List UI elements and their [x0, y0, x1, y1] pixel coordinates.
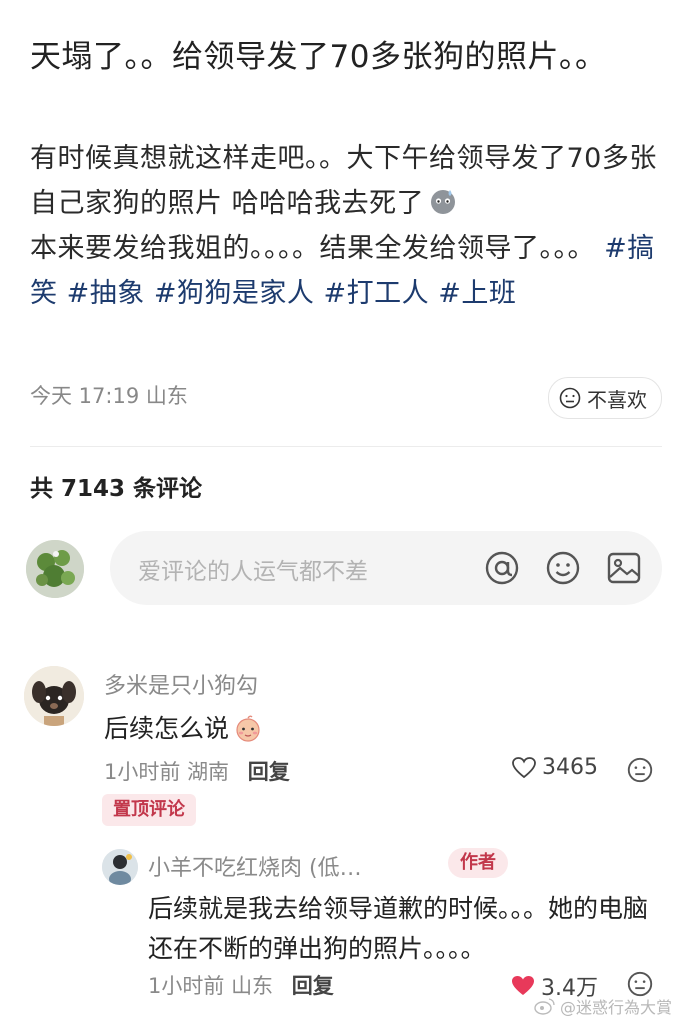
comment-count: 共 7143 条评论	[30, 476, 203, 502]
comment-text: 后续怎么说	[104, 709, 263, 745]
post-title: 天塌了。。给领导发了70多张狗的照片。。	[30, 39, 607, 75]
heart-filled-icon	[510, 974, 536, 998]
reply-text: 后续就是我去给领导道歉的时候。。。她的电脑还在不断的弹出狗的照片。。。。	[148, 894, 649, 963]
comment-text-content: 后续怎么说	[104, 714, 230, 743]
reply-reply-button[interactable]: 回复	[292, 974, 334, 998]
image-upload-icon[interactable]	[605, 549, 643, 587]
reply-button[interactable]: 回复	[248, 760, 290, 784]
reply-time: 1小时前	[148, 974, 225, 998]
reply-author-avatar[interactable]	[102, 849, 138, 885]
heart-outline-icon	[511, 756, 537, 780]
watermark-text: @迷惑行為大賞	[559, 998, 672, 1017]
emoji-icon[interactable]	[544, 549, 582, 587]
author-badge: 作者	[448, 848, 508, 878]
at-mention-icon[interactable]	[483, 549, 521, 587]
post-meta: 今天 17:19 山东	[30, 380, 188, 410]
comment-meta: 1小时前 湖南 回复	[104, 756, 290, 786]
sweat-face-emoji-icon	[428, 186, 458, 216]
reply-author-name[interactable]: 小羊不吃红烧肉 (低…	[148, 850, 362, 882]
tag-worker[interactable]: #打工人	[324, 278, 430, 309]
my-avatar[interactable]	[26, 540, 84, 598]
post-time: 今天 17:19	[30, 384, 140, 408]
dislike-label: 不喜欢	[587, 387, 647, 412]
post-body-line-1: 有时候真想就这样走吧。。大下午给领导发了70多张自己家狗的照片 哈哈哈我去死了	[30, 143, 657, 219]
comment-input-placeholder[interactable]: 爱评论的人运气都不差	[138, 552, 368, 586]
commenter-name[interactable]: 多米是只小狗勾	[104, 668, 258, 700]
weibo-logo-icon	[534, 997, 556, 1015]
post-body-line-2: 本来要发给我姐的。。。。结果全发给领导了。。。	[30, 233, 595, 264]
cute-baby-face-icon	[233, 713, 263, 743]
pinned-badge: 置顶评论	[102, 794, 196, 826]
dislike-comment-icon[interactable]	[627, 757, 653, 783]
neutral-face-icon	[559, 387, 581, 409]
comment-time: 1小时前	[104, 760, 181, 784]
watermark: @迷惑行為大賞	[534, 994, 672, 1018]
tag-abstract[interactable]: #抽象	[67, 278, 145, 309]
post-body: 有时候真想就这样走吧。。大下午给领导发了70多张自己家狗的照片 哈哈哈我去死了 …	[30, 136, 662, 316]
tag-dogs-are-family[interactable]: #狗狗是家人	[154, 278, 315, 309]
divider	[30, 446, 662, 447]
reply-location: 山东	[231, 974, 274, 998]
tag-go-to-work[interactable]: #上班	[438, 278, 516, 309]
dislike-button[interactable]: 不喜欢	[548, 377, 662, 419]
comment-location: 湖南	[187, 760, 230, 784]
reply-meta: 1小时前 山东 回复	[148, 970, 334, 1000]
commenter-avatar[interactable]	[24, 666, 84, 726]
like-count: 3465	[542, 755, 598, 780]
post-location: 山东	[145, 384, 188, 408]
like-button[interactable]: 3465	[511, 755, 598, 780]
